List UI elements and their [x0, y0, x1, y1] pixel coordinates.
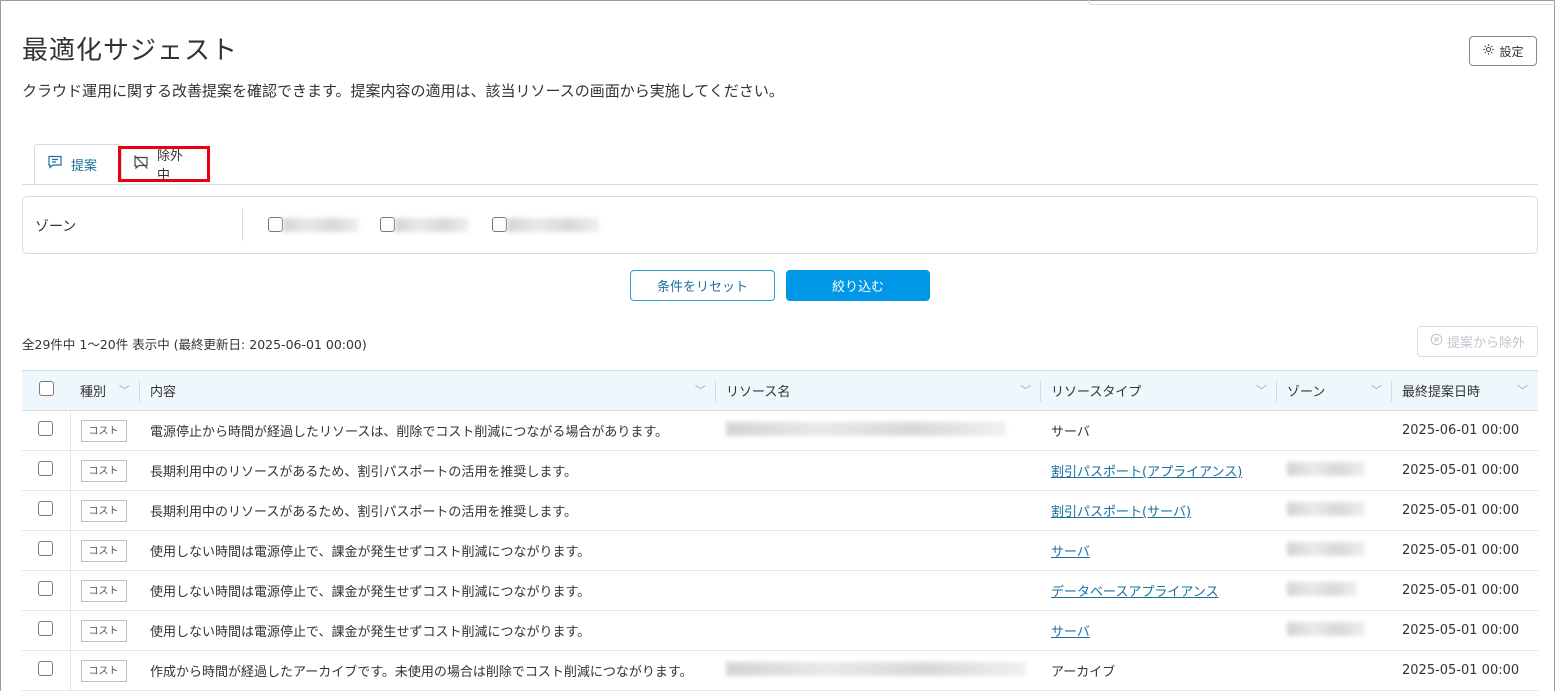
resource-type-link[interactable]: 割引パスポート(サーバ)	[1051, 505, 1191, 520]
type-badge: コスト	[80, 419, 127, 442]
suggestion-content: 長期利用中のリソースがあるため、割引パスポートの活用を推奨します。	[150, 505, 578, 520]
type-badge: コスト	[80, 619, 127, 642]
result-summary: 全29件中 1〜20件 表示中 (最終更新日: 2025-06-01 00:00…	[22, 337, 367, 352]
column-header-content[interactable]: 内容 ﹀	[140, 370, 716, 411]
zone-option-label	[395, 217, 469, 232]
resource-type-link[interactable]: サーバ	[1051, 545, 1090, 560]
row-checkbox[interactable]	[38, 661, 54, 676]
last-suggested-date: 2025-05-01 00:00	[1402, 543, 1520, 558]
last-suggested-date: 2025-05-01 00:00	[1402, 463, 1520, 478]
table-row[interactable]: コスト 長期利用中のリソースがあるため、割引パスポートの活用を推奨します。 割引…	[22, 450, 1538, 491]
suggestion-content: 長期利用中のリソースがあるため、割引パスポートの活用を推奨します。	[150, 465, 578, 480]
zone-checkbox[interactable]	[492, 217, 507, 232]
zone-option[interactable]	[268, 217, 359, 232]
zone-value	[1287, 621, 1365, 636]
type-badge: コスト	[80, 499, 127, 522]
chevron-down-icon: ﹀	[1020, 384, 1031, 397]
select-all-checkbox[interactable]	[38, 381, 54, 396]
zone-filter: ゾーン	[22, 196, 1538, 254]
settings-label: 設定	[1499, 44, 1524, 59]
table-row[interactable]: コスト 使用しない時間は電源停止で、課金が発生せずコスト削減につながります。 デ…	[22, 570, 1538, 611]
page-description: クラウド運用に関する改善提案を確認できます。提案内容の適用は、該当リソースの画面…	[22, 82, 784, 100]
close-circle-icon	[1430, 333, 1443, 350]
exclude-button-label: 提案から除外	[1446, 336, 1525, 351]
zone-value	[1287, 581, 1357, 596]
zone-checkbox[interactable]	[268, 217, 283, 232]
column-header-zone[interactable]: ゾーン ﹀	[1277, 370, 1392, 411]
suggestion-content: 使用しない時間は電源停止で、課金が発生せずコスト削減につながります。	[150, 585, 591, 600]
zone-option[interactable]	[380, 217, 469, 232]
zone-checkbox[interactable]	[380, 217, 395, 232]
last-suggested-date: 2025-05-01 00:00	[1402, 623, 1520, 638]
zone-option-label	[507, 217, 599, 232]
table-row[interactable]: コスト 長期利用中のリソースがあるため、割引パスポートの活用を推奨します。 割引…	[22, 490, 1538, 531]
last-suggested-date: 2025-05-01 00:00	[1402, 663, 1520, 678]
chevron-down-icon: ﹀	[119, 384, 130, 397]
chevron-down-icon: ﹀	[1517, 384, 1528, 397]
table-row[interactable]: コスト 作成から時間が経過したアーカイブです。未使用の場合は削除でコスト削減につ…	[22, 650, 1538, 691]
resource-name	[726, 661, 1026, 676]
column-header-last-suggested[interactable]: 最終提案日時 ﹀	[1392, 370, 1538, 411]
type-badge: コスト	[80, 579, 127, 602]
tab-excluded-label: 除外中	[157, 149, 184, 183]
filter-divider	[242, 209, 243, 241]
gear-icon	[1482, 43, 1495, 59]
row-checkbox[interactable]	[38, 541, 54, 556]
zone-option-label	[283, 217, 359, 232]
select-all-header	[22, 370, 70, 411]
row-checkbox[interactable]	[38, 461, 54, 476]
tab-suggestions-label: 提案	[71, 158, 98, 174]
last-suggested-date: 2025-06-01 00:00	[1402, 423, 1520, 438]
resource-type-link[interactable]: 割引パスポート(アプライアンス)	[1051, 465, 1242, 480]
suggestion-content: 電源停止から時間が経過したリソースは、削除でコスト削減につながる場合があります。	[150, 425, 669, 440]
resource-type: サーバ	[1051, 425, 1090, 440]
tab-suggestions[interactable]: 提案	[34, 144, 122, 184]
row-checkbox[interactable]	[38, 581, 54, 596]
zone-value	[1287, 461, 1365, 476]
type-badge: コスト	[80, 659, 127, 682]
zone-value	[1287, 501, 1365, 516]
suggestion-content: 使用しない時間は電源停止で、課金が発生せずコスト削減につながります。	[150, 625, 591, 640]
table-row[interactable]: コスト 使用しない時間は電源停止で、課金が発生せずコスト削減につながります。 サ…	[22, 530, 1538, 571]
page-title: 最適化サジェスト	[22, 36, 239, 66]
top-search-edge	[1088, 0, 1555, 5]
comment-icon	[47, 154, 63, 174]
last-suggested-date: 2025-05-01 00:00	[1402, 503, 1520, 518]
chevron-down-icon: ﹀	[1371, 384, 1382, 397]
chevron-down-icon: ﹀	[1256, 384, 1267, 397]
resource-type-link[interactable]: データベースアプライアンス	[1051, 585, 1219, 600]
tab-bar: 提案 除外中	[22, 144, 1538, 185]
settings-button[interactable]: 設定	[1469, 36, 1537, 66]
resource-name	[726, 421, 1006, 436]
eye-off-icon	[133, 154, 149, 174]
resource-type: アーカイブ	[1051, 665, 1116, 680]
chevron-down-icon: ﹀	[695, 384, 706, 397]
type-badge: コスト	[80, 459, 127, 482]
column-header-resource-type[interactable]: リソースタイプ ﹀	[1041, 370, 1277, 411]
resource-type-link[interactable]: サーバ	[1051, 625, 1090, 640]
table-header-row: 種別 ﹀ 内容 ﹀ リソース名 ﹀ リソースタイプ ﹀ ゾーン ﹀ 最終提案日時 ﹀	[22, 370, 1538, 411]
reset-filter-button[interactable]: 条件をリセット	[630, 270, 775, 301]
table-row[interactable]: コスト 電源停止から時間が経過したリソースは、削除でコスト削減につながる場合があ…	[22, 410, 1538, 451]
row-checkbox[interactable]	[38, 501, 54, 516]
zone-value	[1287, 541, 1365, 556]
row-checkbox[interactable]	[38, 621, 54, 636]
exclude-from-suggestions-button[interactable]: 提案から除外	[1417, 326, 1538, 357]
type-badge: コスト	[80, 539, 127, 562]
suggestion-content: 作成から時間が経過したアーカイブです。未使用の場合は削除でコスト削減につながりま…	[150, 665, 693, 680]
zone-option[interactable]	[492, 217, 599, 232]
suggestion-content: 使用しない時間は電源停止で、課金が発生せずコスト削減につながります。	[150, 545, 591, 560]
row-checkbox[interactable]	[38, 421, 54, 436]
tab-excluded[interactable]: 除外中	[118, 146, 210, 183]
column-header-type[interactable]: 種別 ﹀	[70, 370, 140, 411]
suggestions-table: 種別 ﹀ 内容 ﹀ リソース名 ﹀ リソースタイプ ﹀ ゾーン ﹀ 最終提案日時 ﹀ コスト…	[22, 370, 1538, 691]
column-header-resource-name[interactable]: リソース名 ﹀	[716, 370, 1041, 411]
last-suggested-date: 2025-05-01 00:00	[1402, 583, 1520, 598]
apply-filter-button[interactable]: 絞り込む	[786, 270, 930, 301]
zone-filter-label: ゾーン	[35, 219, 77, 235]
table-row[interactable]: コスト 使用しない時間は電源停止で、課金が発生せずコスト削減につながります。 サ…	[22, 610, 1538, 651]
